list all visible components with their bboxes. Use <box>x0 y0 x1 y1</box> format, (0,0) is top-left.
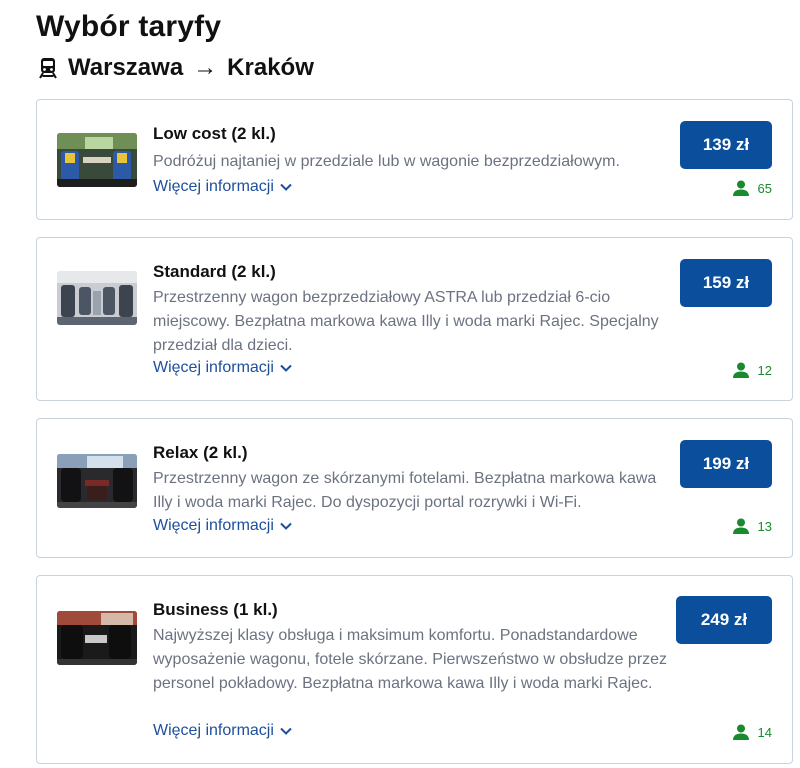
fare-description: Podróżuj najtaniej w przedziale lub w wa… <box>153 153 620 170</box>
fare-description: Przestrzenny wagon bezprzedziałowy ASTRA… <box>153 289 659 354</box>
seat-availability: 14 <box>732 724 772 740</box>
more-info-label: Więcej informacji <box>153 178 274 195</box>
fare-description: Przestrzenny wagon ze skórzanymi fotelam… <box>153 470 657 511</box>
fare-name: Standard (2 kl.) <box>153 262 276 281</box>
fare-card-relax: Relax (2 kl.) Przestrzenny wagon ze skór… <box>36 418 793 558</box>
route-header: Warszawa → Kraków <box>38 54 314 82</box>
route-from: Warszawa <box>68 54 184 81</box>
route-to: Kraków <box>227 54 314 81</box>
seat-availability: 65 <box>732 180 772 196</box>
page-title: Wybór taryfy <box>36 10 222 43</box>
select-fare-button[interactable]: 199 zł <box>680 440 772 488</box>
chevron-down-icon <box>280 722 292 740</box>
select-fare-button[interactable]: 159 zł <box>680 259 772 307</box>
fare-name: Business (1 kl.) <box>153 600 278 619</box>
person-icon <box>732 518 750 534</box>
more-info-label: Więcej informacji <box>153 722 274 739</box>
more-info-link[interactable]: Więcej informacji <box>153 517 292 535</box>
more-info-label: Więcej informacji <box>153 359 274 376</box>
chevron-down-icon <box>280 517 292 535</box>
seat-count: 12 <box>757 362 772 378</box>
seat-count: 65 <box>757 180 772 196</box>
fare-image-business <box>57 611 137 665</box>
person-icon <box>732 724 750 740</box>
fare-image-standard <box>57 271 137 325</box>
more-info-link[interactable]: Więcej informacji <box>153 178 292 196</box>
route-arrow: → <box>193 54 218 81</box>
person-icon <box>732 180 750 196</box>
fare-description: Najwyższej klasy obsługa i maksimum komf… <box>153 627 668 692</box>
seat-count: 13 <box>757 518 772 534</box>
fare-image-relax <box>57 454 137 508</box>
more-info-link[interactable]: Więcej informacji <box>153 359 292 377</box>
fare-name: Relax (2 kl.) <box>153 443 248 462</box>
train-icon <box>38 57 58 79</box>
select-fare-button[interactable]: 249 zł <box>676 596 772 644</box>
seat-availability: 13 <box>732 518 772 534</box>
person-icon <box>732 362 750 378</box>
fare-name: Low cost (2 kl.) <box>153 124 276 143</box>
seat-count: 14 <box>757 724 772 740</box>
fare-card-low-cost: Low cost (2 kl.) Podróżuj najtaniej w pr… <box>36 99 793 220</box>
chevron-down-icon <box>280 178 292 196</box>
fare-image-low-cost <box>57 133 137 187</box>
fare-card-standard: Standard (2 kl.) Przestrzenny wagon bezp… <box>36 237 793 401</box>
select-fare-button[interactable]: 139 zł <box>680 121 772 169</box>
more-info-label: Więcej informacji <box>153 517 274 534</box>
chevron-down-icon <box>280 359 292 377</box>
seat-availability: 12 <box>732 362 772 378</box>
more-info-link[interactable]: Więcej informacji <box>153 722 292 740</box>
fare-card-business: Business (1 kl.) Najwyższej klasy obsług… <box>36 575 793 764</box>
